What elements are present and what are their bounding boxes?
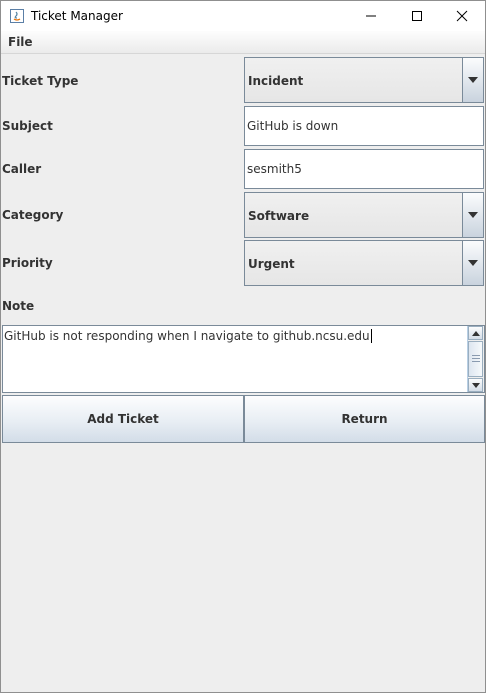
note-value: GitHub is not responding when I navigate… xyxy=(4,329,372,343)
title-bar[interactable]: Ticket Manager xyxy=(1,1,485,31)
chevron-down-icon xyxy=(468,212,478,218)
subject-value: GitHub is down xyxy=(247,119,339,133)
priority-label: Priority xyxy=(2,256,53,270)
grip-line xyxy=(472,358,480,359)
priority-value: Urgent xyxy=(248,257,295,271)
grip-line xyxy=(472,361,480,362)
grip-line xyxy=(472,355,480,356)
note-label: Note xyxy=(2,299,35,313)
ticket-type-label: Ticket Type xyxy=(2,74,79,88)
minimize-icon xyxy=(366,15,376,17)
category-label: Category xyxy=(2,208,64,222)
close-button[interactable] xyxy=(439,1,485,31)
priority-combo[interactable]: Urgent xyxy=(244,240,484,286)
caller-label: Caller xyxy=(2,162,42,176)
category-value: Software xyxy=(248,209,310,223)
scroll-down-button[interactable] xyxy=(468,378,483,392)
return-button[interactable]: Return xyxy=(244,395,485,443)
scroll-thumb[interactable] xyxy=(468,341,483,377)
window-title: Ticket Manager xyxy=(31,9,123,23)
chevron-down-icon xyxy=(468,260,478,266)
category-dropdown-button[interactable] xyxy=(462,193,483,237)
note-textarea[interactable]: GitHub is not responding when I navigate… xyxy=(2,325,485,393)
category-combo[interactable]: Software xyxy=(244,192,484,238)
priority-dropdown-button[interactable] xyxy=(462,241,483,285)
ticket-manager-window: Ticket Manager File Ticket Type Incident xyxy=(0,0,486,693)
menu-bar: File xyxy=(1,31,485,54)
menu-file[interactable]: File xyxy=(8,35,33,49)
caller-value: sesmith5 xyxy=(247,162,302,176)
subject-field[interactable]: GitHub is down xyxy=(244,106,484,146)
chevron-up-icon xyxy=(471,330,480,336)
chevron-down-icon xyxy=(471,382,480,388)
maximize-button[interactable] xyxy=(394,1,440,31)
subject-label: Subject xyxy=(2,119,53,133)
caller-field[interactable]: sesmith5 xyxy=(244,149,484,189)
note-scrollbar[interactable] xyxy=(467,326,484,392)
close-icon xyxy=(456,10,468,22)
ticket-type-dropdown-button[interactable] xyxy=(462,58,483,102)
ticket-type-combo[interactable]: Incident xyxy=(244,57,484,103)
scroll-up-button[interactable] xyxy=(468,326,483,340)
add-ticket-button[interactable]: Add Ticket xyxy=(2,395,244,443)
chevron-down-icon xyxy=(468,77,478,83)
java-app-icon xyxy=(10,9,24,23)
ticket-type-value: Incident xyxy=(248,74,304,88)
minimize-button[interactable] xyxy=(348,1,394,31)
maximize-icon xyxy=(412,11,422,21)
